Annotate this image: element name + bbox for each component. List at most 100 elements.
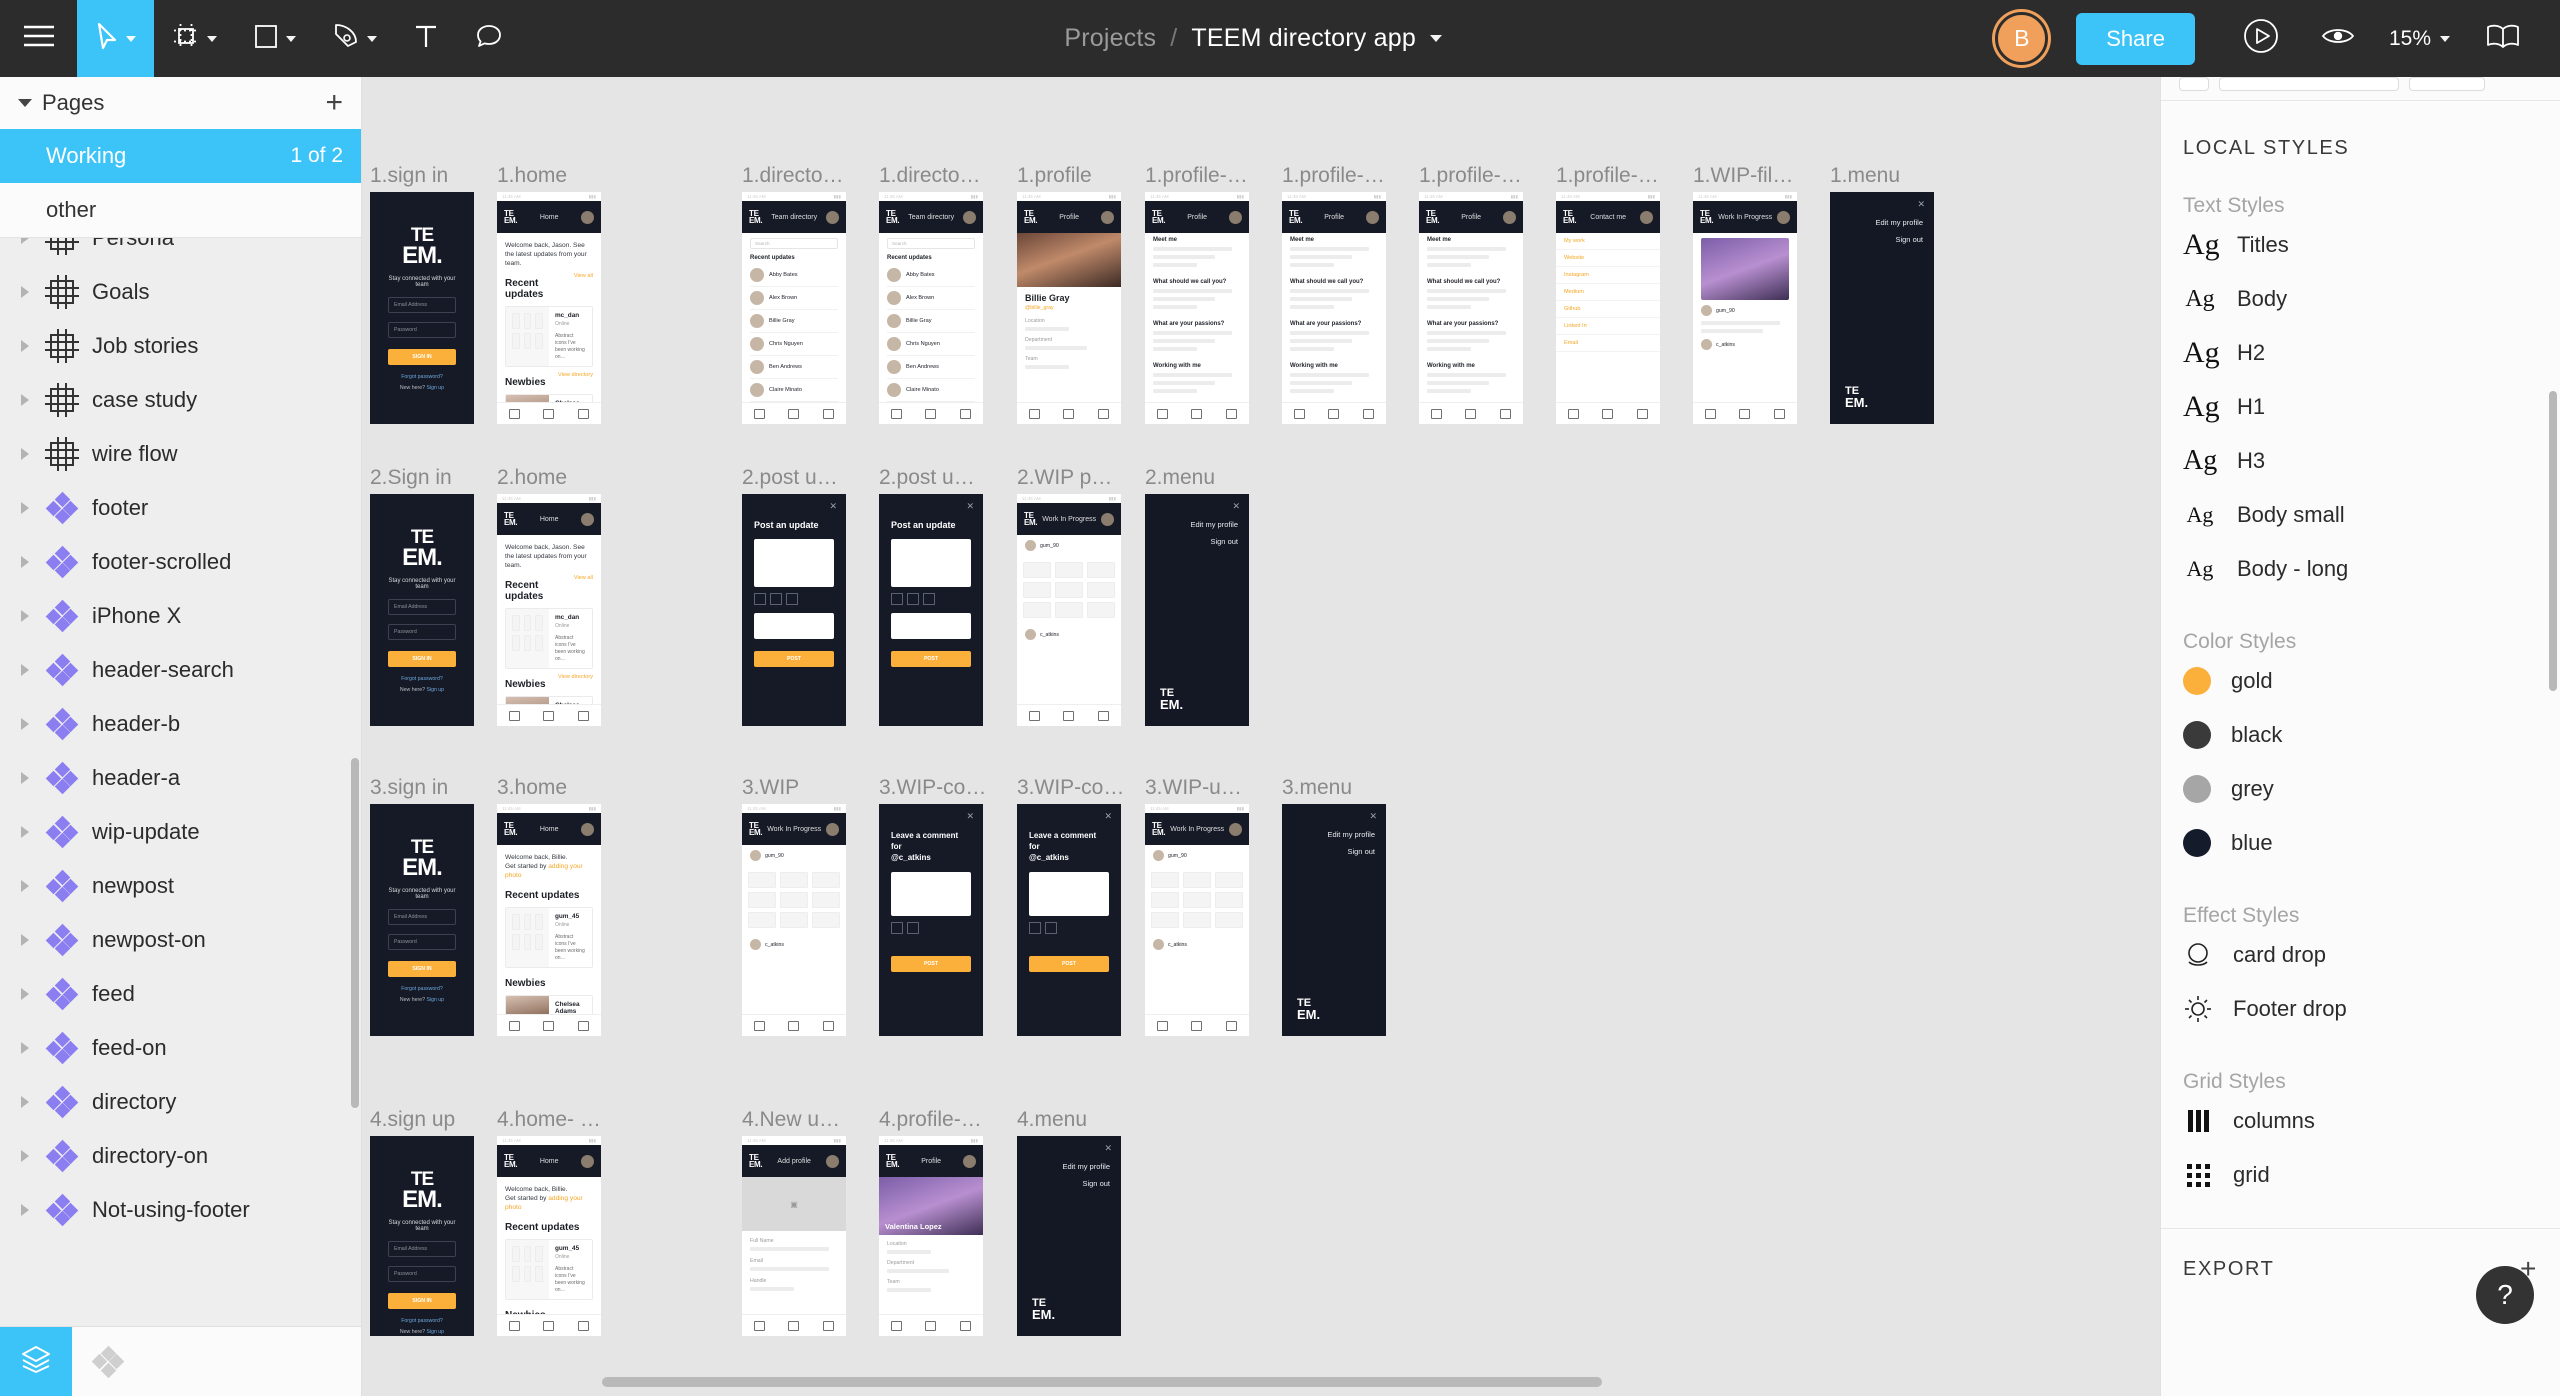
- artboard-newuser[interactable]: 11:45 AM ▮▮▮ TE EM. Add profile ▣ Full Name Ema…: [742, 1136, 846, 1336]
- directory-tab-icon[interactable]: [578, 1320, 590, 1331]
- layer-expand-triangle-icon[interactable]: [12, 1150, 38, 1162]
- canvas-frame[interactable]: 2.post u… ✕ Post an update POST: [879, 467, 983, 726]
- layer-expand-triangle-icon[interactable]: [12, 988, 38, 1000]
- artboard-post[interactable]: ✕ Post an update POST: [879, 494, 983, 726]
- layer-row[interactable]: case study: [0, 373, 361, 427]
- frame-label[interactable]: 4.sign up: [370, 1109, 474, 1130]
- close-x-icon[interactable]: ✕: [1369, 812, 1377, 821]
- post-tab-icon[interactable]: [1191, 1020, 1203, 1031]
- directory-row[interactable]: Billie Gray: [750, 310, 838, 333]
- avatar[interactable]: [1101, 512, 1114, 526]
- frame-label[interactable]: 1.profile: [1017, 165, 1121, 186]
- bottom-tab-bar[interactable]: [497, 1014, 601, 1036]
- canvas-frame[interactable]: 2.Sign in TE EM. Stay connected with your t…: [370, 467, 474, 726]
- frame-label[interactable]: 2.menu: [1145, 467, 1249, 488]
- directory-row[interactable]: Chris Nguyen: [887, 333, 975, 356]
- page-item-working[interactable]: Working 1 of 2: [0, 129, 361, 183]
- frame-label[interactable]: 2.Sign in: [370, 467, 474, 488]
- post-tab-icon[interactable]: [543, 710, 555, 721]
- bottom-tab-bar[interactable]: [497, 704, 601, 726]
- artboard-wipgrid[interactable]: 11:45 AM ▮▮▮ TE EM. Work In Progress gum_90 c_…: [742, 804, 846, 1036]
- canvas-frame[interactable]: 4.profile-… 11:45 AM ▮▮▮ TE EM. Profile Valent…: [879, 1109, 983, 1336]
- frame-label[interactable]: 2.post u…: [879, 467, 983, 488]
- post-tab-icon[interactable]: [925, 408, 937, 419]
- search-input[interactable]: Search: [887, 238, 975, 249]
- present-button[interactable]: [2221, 16, 2301, 61]
- feed-tab-icon[interactable]: [1156, 1020, 1168, 1031]
- forgot-password-link[interactable]: Forgot password?: [401, 374, 443, 380]
- layer-row[interactable]: iPhone X: [0, 589, 361, 643]
- directory-row[interactable]: Alex Brown: [887, 287, 975, 310]
- comment-textarea[interactable]: [1029, 872, 1109, 916]
- artboard-directory[interactable]: 11:45 AM ▮▮▮ TE EM. Team directory Search Rece…: [879, 192, 983, 424]
- menu-item-sign-out[interactable]: Sign out: [1830, 235, 1934, 244]
- layer-expand-triangle-icon[interactable]: [12, 286, 38, 298]
- pages-header[interactable]: Pages +: [0, 77, 361, 129]
- view-all-link[interactable]: View all: [574, 575, 593, 581]
- canvas-frame[interactable]: 2.home 11:45 AM ▮▮▮ TE EM. Home Welcome back, …: [497, 467, 601, 726]
- directory-tab-icon[interactable]: [578, 408, 590, 419]
- directory-row[interactable]: Abby Bates: [750, 264, 838, 287]
- properties-stub-2[interactable]: [2409, 77, 2485, 91]
- directory-tab-icon[interactable]: [823, 1320, 835, 1331]
- frame-label[interactable]: 4.profile-…: [879, 1109, 983, 1130]
- contact-link[interactable]: Linked In: [1556, 318, 1660, 335]
- canvas-frame[interactable]: 1.profile-… 11:45 AM ▮▮▮ TE EM. Profile Meet m…: [1282, 165, 1386, 424]
- layer-row[interactable]: footer-scrolled: [0, 535, 361, 589]
- artboard-profilepurple[interactable]: 11:45 AM ▮▮▮ TE EM. Profile Valentina Lopez Lo…: [879, 1136, 983, 1336]
- feed-tab-icon[interactable]: [753, 1320, 765, 1331]
- view-button[interactable]: [2301, 24, 2375, 53]
- canvas-horizontal-scrollbar[interactable]: [362, 1377, 2160, 1387]
- avatar[interactable]: [1228, 210, 1242, 224]
- artboard-questions[interactable]: 11:45 AM ▮▮▮ TE EM. Profile Meet me What shoul…: [1145, 192, 1249, 424]
- frame-label[interactable]: 1.home: [497, 165, 601, 186]
- artboard-menu[interactable]: ✕ Edit my profile Sign out TE EM.: [1145, 494, 1249, 726]
- email-field[interactable]: Email Address: [388, 599, 456, 615]
- view-directory-link[interactable]: View directory: [558, 372, 593, 378]
- layer-expand-triangle-icon[interactable]: [12, 1204, 38, 1216]
- post-textarea[interactable]: [891, 539, 971, 587]
- directory-row[interactable]: Claire Minato: [750, 379, 838, 402]
- artboard-post[interactable]: ✕ Post an update POST: [742, 494, 846, 726]
- post-tab-icon[interactable]: [788, 1020, 800, 1031]
- frame-label[interactable]: 1.profile-…: [1419, 165, 1523, 186]
- avatar[interactable]: [580, 1154, 594, 1168]
- breadcrumb-project[interactable]: Projects: [1064, 24, 1156, 53]
- style-row[interactable]: Footer drop: [2161, 982, 2560, 1036]
- directory-tab-icon[interactable]: [1774, 408, 1786, 419]
- directory-tab-icon[interactable]: [960, 1320, 972, 1331]
- password-field[interactable]: Password: [388, 624, 456, 640]
- zoom-chevron-down-icon[interactable]: [2440, 35, 2450, 42]
- sign-in-button[interactable]: SIGN IN: [388, 349, 456, 365]
- submit-comment-button[interactable]: POST: [891, 956, 971, 972]
- bottom-tab-bar[interactable]: [1017, 704, 1121, 726]
- style-row[interactable]: Ag H1: [2161, 380, 2560, 434]
- update-card[interactable]: mc_dan Online Abstract icons I've been wor…: [505, 306, 593, 367]
- layer-expand-triangle-icon[interactable]: [12, 772, 38, 784]
- style-row[interactable]: Ag H2: [2161, 326, 2560, 380]
- frame-label[interactable]: 2.post u…: [742, 467, 846, 488]
- align-control-stub[interactable]: [2179, 77, 2209, 91]
- avatar[interactable]: [580, 822, 594, 836]
- directory-tab-icon[interactable]: [1637, 408, 1649, 419]
- artboard-questions[interactable]: 11:45 AM ▮▮▮ TE EM. Profile Meet me What shoul…: [1282, 192, 1386, 424]
- layer-row[interactable]: feed: [0, 967, 361, 1021]
- view-directory-link[interactable]: View directory: [558, 674, 593, 680]
- layer-expand-triangle-icon[interactable]: [12, 238, 38, 244]
- layer-expand-triangle-icon[interactable]: [12, 718, 38, 730]
- post-toolbar[interactable]: [754, 593, 834, 605]
- post-button[interactable]: POST: [891, 651, 971, 667]
- contact-link[interactable]: Github: [1556, 301, 1660, 318]
- right-panel-scrollbar[interactable]: [2549, 391, 2557, 691]
- layer-row[interactable]: header-b: [0, 697, 361, 751]
- style-row[interactable]: Ag Body - long: [2161, 542, 2560, 596]
- avatar[interactable]: [1100, 210, 1114, 224]
- frame-label[interactable]: 1.sign in: [370, 165, 474, 186]
- comment-textarea[interactable]: [891, 872, 971, 916]
- close-x-icon[interactable]: ✕: [1104, 812, 1112, 821]
- layer-expand-triangle-icon[interactable]: [12, 556, 38, 568]
- layer-row[interactable]: directory-on: [0, 1129, 361, 1183]
- artboard-home[interactable]: 11:45 AM ▮▮▮ TE EM. Home Welcome back, Jason.…: [497, 192, 601, 424]
- artboard-signin[interactable]: TE EM. Stay connected with your team Email …: [370, 192, 474, 424]
- frame-tool-chevron-down-icon[interactable]: [207, 35, 217, 42]
